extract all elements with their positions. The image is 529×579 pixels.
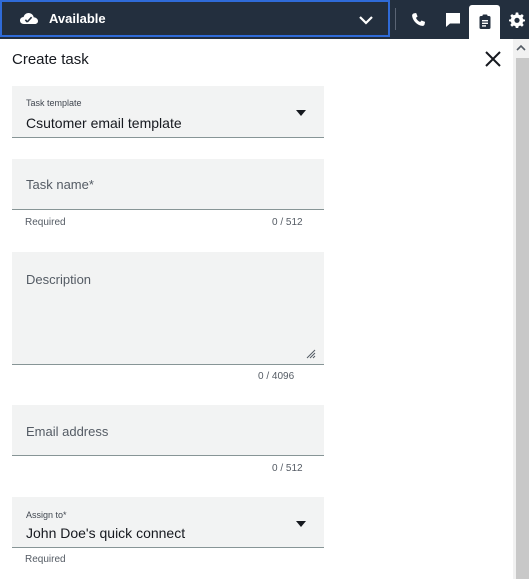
scroll-up-icon[interactable] (516, 40, 526, 51)
toolbar-divider (395, 8, 396, 30)
status-selector[interactable]: Available (0, 0, 390, 37)
status-label: Available (49, 11, 106, 26)
description-textarea[interactable]: Description (12, 252, 324, 365)
task-name-field[interactable]: Task name* (12, 159, 324, 210)
page-title: Create task (12, 51, 89, 68)
chat-icon[interactable] (437, 0, 468, 39)
assign-to-label: Assign to* (26, 510, 67, 520)
phone-icon[interactable] (403, 0, 434, 39)
chevron-down-icon[interactable] (358, 13, 374, 27)
description-placeholder: Description (26, 272, 92, 287)
task-icon[interactable] (469, 5, 500, 39)
scrollbar-thumb[interactable] (516, 58, 529, 579)
resize-handle-icon[interactable] (304, 346, 316, 359)
assign-to-value: John Doe's quick connect (26, 525, 186, 541)
task-template-label: Task template (26, 98, 82, 108)
task-name-counter: 0 / 512 (272, 217, 303, 228)
caret-down-icon (296, 521, 306, 527)
top-bar: Available (0, 0, 529, 39)
email-address-placeholder: Email address (26, 424, 109, 439)
cloud-icon (19, 11, 39, 27)
caret-down-icon (296, 110, 306, 116)
assign-to-helper: Required (25, 554, 66, 565)
email-address-field[interactable]: Email address (12, 405, 324, 456)
gear-icon[interactable] (504, 0, 529, 39)
assign-to-select[interactable]: Assign to* John Doe's quick connect (12, 497, 324, 548)
close-icon[interactable] (484, 50, 502, 68)
task-template-value: Csutomer email template (26, 115, 182, 131)
task-name-helper: Required (25, 217, 66, 228)
task-name-placeholder: Task name* (26, 177, 94, 192)
task-template-select[interactable]: Task template Csutomer email template (12, 86, 324, 138)
description-counter: 0 / 4096 (258, 371, 295, 382)
email-address-counter: 0 / 512 (272, 463, 303, 474)
